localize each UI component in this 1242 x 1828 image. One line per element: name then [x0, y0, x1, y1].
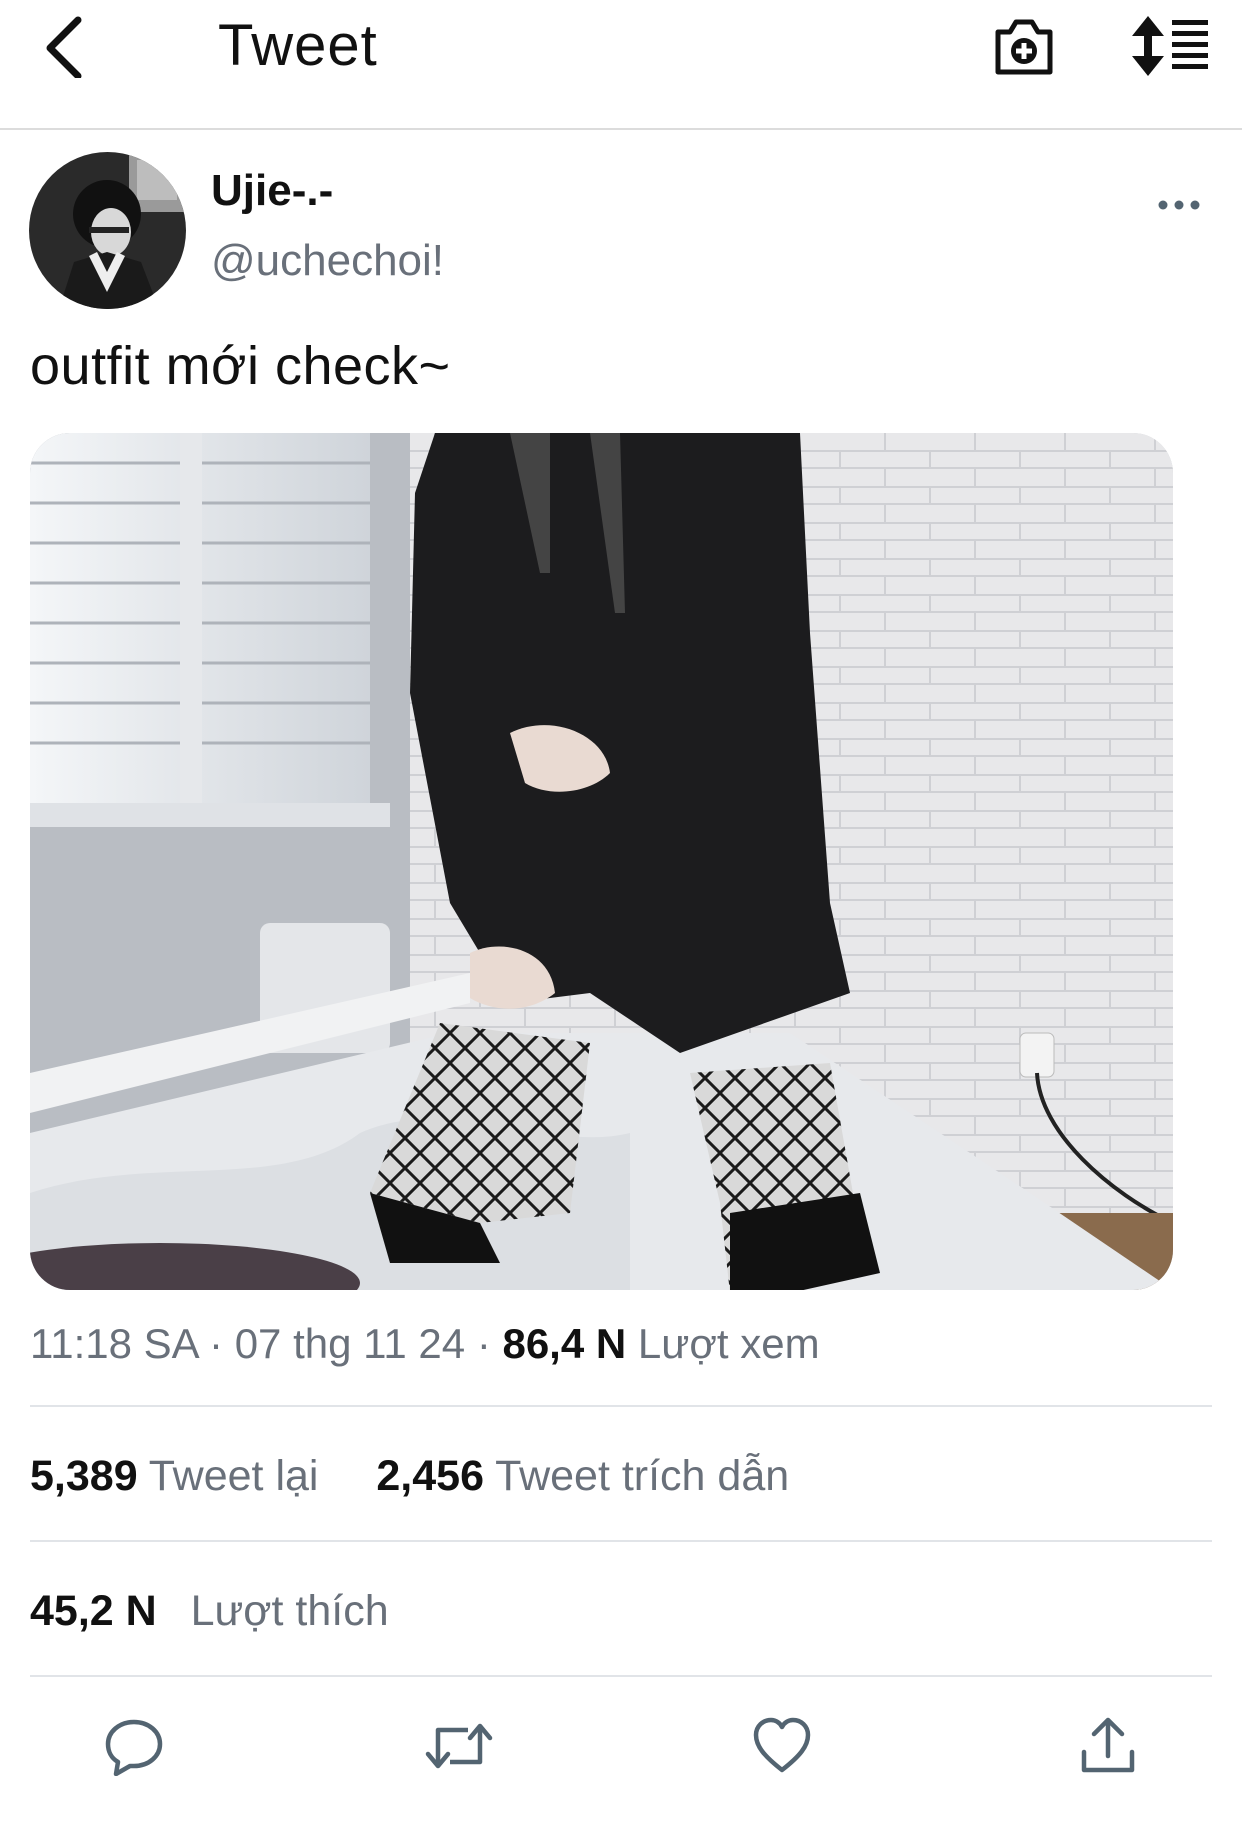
- like-button[interactable]: [752, 1716, 812, 1776]
- likes-label: Lượt thích: [190, 1587, 389, 1635]
- stats-row-likes: 45,2 N Lượt thích: [30, 1587, 389, 1636]
- stats-row-retweets: 5,389 Tweet lại 2,456 Tweet trích dẫn: [30, 1452, 789, 1501]
- views-label: Lượt xem: [637, 1320, 820, 1367]
- avatar-image: [29, 152, 186, 309]
- tweet-time: 11:18 SA: [30, 1320, 198, 1367]
- meta-separator: ·: [476, 1320, 503, 1367]
- back-arrow-icon: [46, 16, 82, 80]
- share-button[interactable]: [1078, 1716, 1138, 1776]
- back-button[interactable]: [38, 14, 94, 80]
- divider: [30, 1675, 1212, 1677]
- tweet-media-image[interactable]: [30, 433, 1173, 1290]
- sort-button[interactable]: [1130, 14, 1210, 78]
- divider: [30, 1540, 1212, 1542]
- retweets-count: 5,389: [30, 1452, 138, 1500]
- quotes-label: Tweet trích dẫn: [495, 1452, 790, 1500]
- retweets-stat[interactable]: 5,389 Tweet lại: [30, 1452, 330, 1500]
- tweet-meta: 11:18 SA · 07 thg 11 24 · 86,4 N Lượt xe…: [30, 1320, 820, 1368]
- quotes-stat[interactable]: 2,456 Tweet trích dẫn: [376, 1452, 789, 1500]
- user-handle[interactable]: @uchechoi!: [211, 236, 444, 286]
- photo-outfit: [30, 433, 1173, 1290]
- share-icon: [1081, 1717, 1135, 1773]
- display-name[interactable]: Ujie-.-: [211, 166, 333, 216]
- like-icon: [753, 1717, 811, 1773]
- page-title: Tweet: [218, 13, 378, 78]
- retweet-icon: [425, 1723, 493, 1769]
- avatar[interactable]: [29, 152, 186, 309]
- camera-button[interactable]: [992, 14, 1056, 78]
- likes-count: 45,2 N: [30, 1587, 157, 1635]
- divider: [30, 1405, 1212, 1407]
- tweet-date: 07 thg 11 24: [234, 1320, 466, 1367]
- reply-icon: [105, 1719, 163, 1777]
- more-options-button[interactable]: [1155, 190, 1203, 220]
- likes-stat[interactable]: 45,2 N Lượt thích: [30, 1587, 389, 1635]
- top-bar: Tweet: [0, 0, 1242, 130]
- tweet-text: outfit mới check~: [30, 336, 451, 396]
- retweets-label: Tweet lại: [148, 1452, 319, 1500]
- sort-lines-icon: [1132, 16, 1208, 76]
- more-dots-icon: [1158, 200, 1200, 210]
- camera-plus-icon: [995, 19, 1053, 75]
- quotes-count: 2,456: [376, 1452, 484, 1500]
- retweet-button[interactable]: [424, 1716, 494, 1776]
- reply-button[interactable]: [104, 1716, 164, 1777]
- meta-separator: ·: [209, 1320, 235, 1367]
- views-count: 86,4 N: [502, 1320, 627, 1367]
